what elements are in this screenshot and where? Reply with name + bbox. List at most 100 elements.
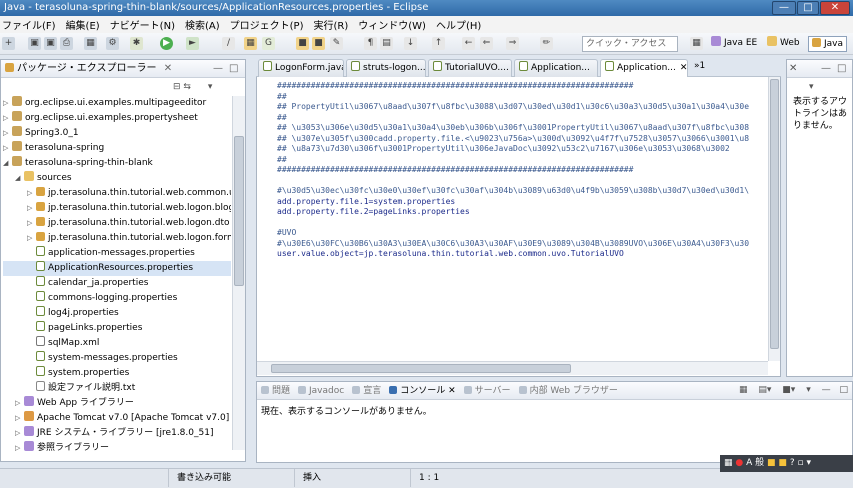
save-all-icon[interactable]: ▣ [44,37,57,50]
collapsed-arrow-icon[interactable]: ▷ [27,231,36,246]
ime-dictionary-icon[interactable]: ■ [767,458,776,468]
ime-help-icon[interactable]: ? [790,458,795,468]
show-whitespace-icon[interactable]: ¶ [364,37,377,50]
expanded-arrow-icon[interactable]: ◢ [3,156,12,171]
minimize-view-icon[interactable]: — [213,60,223,78]
debug-icon[interactable]: ✱ [130,37,143,50]
external-tools-icon[interactable]: ► [186,37,199,50]
editor-horizontal-scrollbar[interactable] [257,361,768,375]
prev-annotation-icon[interactable]: ↑ [432,37,445,50]
editor-text[interactable]: ########################################… [277,81,767,359]
collapsed-arrow-icon[interactable]: ▷ [27,186,36,201]
menu-project[interactable]: プロジェクト(P) [230,17,304,32]
tree-item[interactable]: ▷ org.eclipse.ui.examples.multipageeditor [3,96,231,111]
maximize-view-icon[interactable]: □ [229,60,238,78]
ime-mode[interactable]: A 般 [746,458,764,468]
console-maximize-icon[interactable]: □ [839,385,848,395]
collapsed-arrow-icon[interactable]: ▷ [15,441,24,452]
collapsed-arrow-icon[interactable]: ▷ [15,411,24,426]
tree-item[interactable]: calendar_ja.properties [3,276,231,291]
collapsed-arrow-icon[interactable]: ▷ [27,216,36,231]
open-console-icon[interactable]: ▦ [739,385,748,395]
open-folder-icon[interactable]: ■ [312,37,325,50]
tree-item[interactable]: system-messages.properties [3,351,231,366]
perspective-java-ee[interactable]: Java EE [708,36,760,52]
ime-caps-icon[interactable]: ▫ [797,458,803,468]
console-tab-problems[interactable]: 問題 [261,386,290,396]
collapsed-arrow-icon[interactable]: ▷ [3,141,12,156]
perspective-java[interactable]: Java [808,36,848,52]
menu-file[interactable]: ファイル(F) [2,17,56,32]
ime-grid-icon[interactable]: ▦ [724,458,733,468]
collapsed-arrow-icon[interactable]: ▷ [3,111,12,126]
outline-maximize-icon[interactable]: □ [837,60,846,78]
collapse-all-icon[interactable]: ⊟ [173,82,181,92]
tree-item[interactable]: ▷ org.eclipse.ui.examples.propertysheet [3,111,231,126]
link-editor-icon[interactable]: ⇆ [183,82,191,92]
display-console-icon[interactable]: ▤▾ [758,385,771,395]
menu-run[interactable]: 実行(R) [313,17,348,32]
console-tab-web-browser[interactable]: 内部 Web ブラウザー [518,386,618,396]
tree-item[interactable]: ▷ jp.terasoluna.thin.tutorial.web.logon.b… [3,201,231,216]
minimize-button[interactable]: — [772,1,796,15]
outline-menu-icon[interactable]: ▾ [809,82,814,92]
editor-tab[interactable]: Application... ✕ [600,59,688,77]
new-package-icon[interactable]: G [262,37,275,50]
new-icon[interactable]: + [2,37,15,50]
console-menu-icon[interactable]: ▾ [806,385,811,395]
tree-item[interactable]: ▷ JRE システム・ライブラリー [jre1.8.0_51] [3,426,231,441]
editor-tab-close-icon[interactable]: ✕ [680,63,687,73]
back-icon[interactable]: ⇐ [480,37,493,50]
close-button[interactable]: ✕ [820,1,850,15]
tree-item[interactable]: ▷ Web App ライブラリー [3,396,231,411]
tree-item[interactable]: 設定ファイル説明.txt [3,381,231,396]
collapsed-arrow-icon[interactable]: ▷ [15,426,24,441]
console-tab-javadoc[interactable]: Javadoc [298,386,344,396]
collapsed-arrow-icon[interactable]: ▷ [3,126,12,141]
new-console-icon[interactable]: ■▾ [782,385,795,395]
collapsed-arrow-icon[interactable]: ▷ [3,96,12,111]
quick-access-input[interactable]: クイック・アクセス [582,36,678,52]
tree-item[interactable]: ApplicationResources.properties [3,261,231,276]
console-tab-servers[interactable]: サーバー [463,386,511,396]
tree-item[interactable]: ▷ Apache Tomcat v7.0 [Apache Tomcat v7.0] [3,411,231,426]
tree-item[interactable]: ▷ 参照ライブラリー [3,441,231,452]
menu-search[interactable]: 検索(A) [185,17,220,32]
console-minimize-icon[interactable]: — [822,385,831,395]
tree-item[interactable]: ◢ sources [3,171,231,186]
maximize-button[interactable]: □ [797,1,819,15]
tree-item[interactable]: ▷ terasoluna-spring [3,141,231,156]
save-icon[interactable]: ▣ [28,37,41,50]
editor-tab-overflow[interactable]: »1 [694,61,705,71]
editor-tab[interactable]: LogonForm.java [258,59,344,77]
console-tab-console[interactable]: コンソール ✕ [389,386,456,396]
back-arrow-icon[interactable]: ← [462,37,475,50]
run-icon[interactable]: ▶ [160,37,173,50]
tree-item[interactable]: system.properties [3,366,231,381]
pen-icon[interactable]: ✎ [330,37,343,50]
tree-item[interactable]: ▷ jp.terasoluna.thin.tutorial.web.logon.f… [3,231,231,246]
tree-item[interactable]: commons-logging.properties [3,291,231,306]
tree-item[interactable]: pageLinks.properties [3,321,231,336]
menu-edit[interactable]: 編集(E) [66,17,100,32]
console-tab-close-icon[interactable]: ✕ [445,386,456,396]
print-icon[interactable]: ⎙ [60,37,73,50]
tree-item[interactable]: ▷ Spring3.0_1 [3,126,231,141]
close-view-icon[interactable]: ✕ [164,63,172,74]
forward-icon[interactable]: ⇒ [506,37,519,50]
console-tab-declaration[interactable]: 宣言 [352,386,381,396]
tree-item[interactable]: sqlMap.xml [3,336,231,351]
tree-scroll-thumb[interactable] [234,136,244,286]
menu-navigate[interactable]: ナビゲート(N) [110,17,175,32]
tree-item[interactable]: ◢ terasoluna-spring-thin-blank [3,156,231,171]
outline-minimize-icon[interactable]: — [821,60,831,78]
ime-mic-icon[interactable]: ● [735,458,743,468]
editor-tab[interactable]: TutorialUVO.... [428,59,512,77]
tree-item[interactable]: ▷ jp.terasoluna.thin.tutorial.web.common.… [3,186,231,201]
pin-icon[interactable]: ✏ [540,37,553,50]
tree-item[interactable]: application-messages.properties [3,246,231,261]
editor-tab[interactable]: Application... [514,59,598,77]
editor-tab[interactable]: struts-logon... [346,59,426,77]
open-perspective-icon[interactable]: ▦ [690,37,703,50]
terminal-icon[interactable]: ▦ [84,37,97,50]
